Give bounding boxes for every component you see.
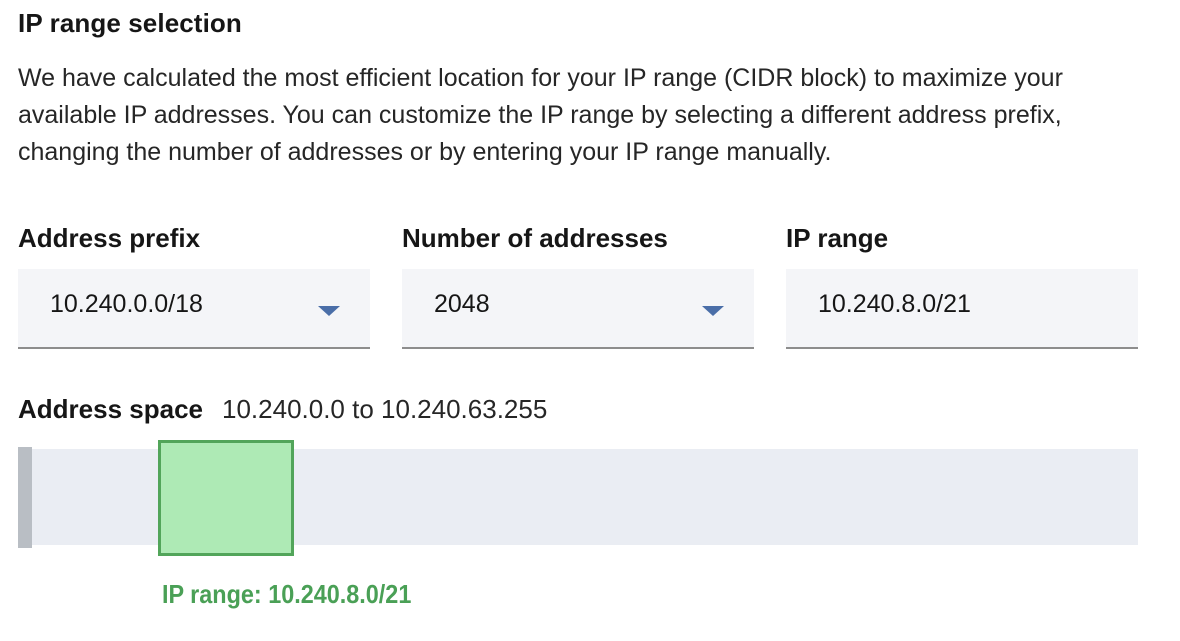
address-prefix-select[interactable]: 10.240.0.0/18 [18,269,370,349]
selected-ip-range-block[interactable] [158,440,294,556]
address-prefix-value: 10.240.0.0/18 [50,290,203,318]
address-prefix-label: Address prefix [18,223,201,253]
chevron-down-icon[interactable] [318,306,340,316]
address-space-label: Address space [18,394,203,424]
number-of-addresses-select[interactable]: 2048 [402,269,754,349]
address-space-start-marker [18,447,32,548]
number-of-addresses-label: Number of addresses [402,223,668,253]
selected-ip-range-caption: IP range: 10.240.8.0/21 [162,579,412,609]
ip-range-input[interactable]: 10.240.8.0/21 [786,269,1138,349]
ip-range-label: IP range [786,223,889,253]
number-of-addresses-value: 2048 [434,290,490,318]
ip-range-value: 10.240.8.0/21 [818,290,971,318]
address-space-range: 10.240.0.0 to 10.240.63.255 [222,394,548,424]
chevron-down-icon[interactable] [702,306,724,316]
section-description: We have calculated the most efficient lo… [18,64,1063,166]
section-title: IP range selection [18,8,242,38]
ip-range-selection-panel: IP range selection We have calculated th… [0,0,1180,641]
